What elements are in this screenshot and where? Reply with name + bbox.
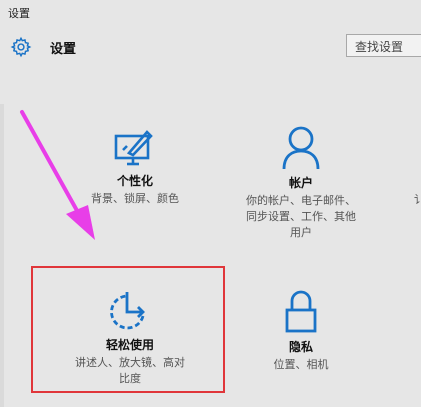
annotation-arrow xyxy=(20,110,95,240)
